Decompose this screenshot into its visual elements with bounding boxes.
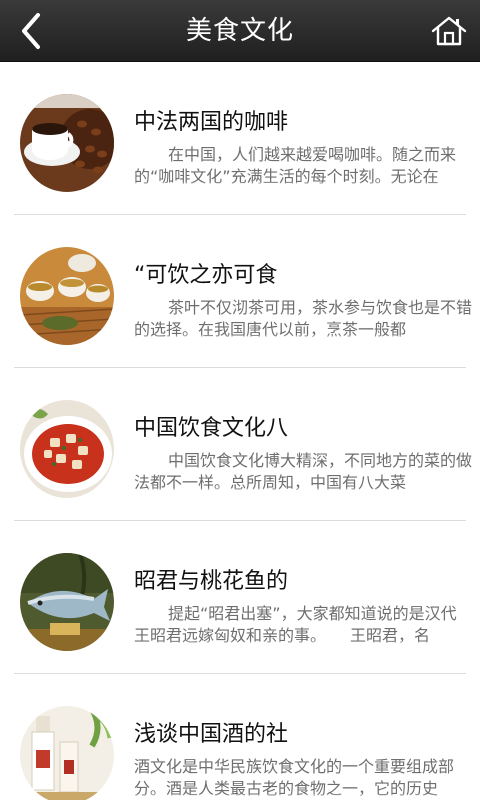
article-summary: 提起“昭君出塞”，大家都知道说的是汉代王昭君远嫁匈奴和亲的事。 王昭君，名 xyxy=(134,603,472,659)
home-button[interactable] xyxy=(426,8,472,54)
article-title: 中国饮食文化八 xyxy=(134,416,289,441)
page-title: 美食文化 xyxy=(185,16,294,46)
article-thumbnail-liquor xyxy=(20,706,114,800)
article-summary: 中国饮食文化博大精深，不同地方的菜的做法都不一样。总所周知，中国有八大菜 xyxy=(134,450,472,506)
article-thumbnail-tea xyxy=(20,247,114,345)
home-icon xyxy=(431,16,467,46)
list-item[interactable]: 中法两国的咖啡 在中国，人们越来越爱喝咖啡。随之而来的“咖啡文化”充满生活的每个… xyxy=(14,62,472,215)
article-title: 中法两国的咖啡 xyxy=(134,110,289,135)
title-bar: 美食文化 xyxy=(0,0,480,62)
article-thumbnail-mapo-tofu xyxy=(20,400,114,498)
list-item[interactable]: “可饮之亦可食 茶叶不仅沏茶可用，茶水参与饮食也是不错的选择。在我国唐代以前，烹… xyxy=(14,215,472,368)
article-title: 昭君与桃花鱼的 xyxy=(134,569,289,594)
article-thumbnail-coffee xyxy=(20,94,114,192)
list-item[interactable]: 浅谈中国酒的社 酒文化是中华民族饮食文化的一个重要组成部分。酒是人类最古老的食物… xyxy=(14,674,472,800)
list-item[interactable]: 中国饮食文化八 中国饮食文化博大精深，不同地方的菜的做法都不一样。总所周知，中国… xyxy=(14,368,472,521)
article-summary: 酒文化是中华民族饮食文化的一个重要组成部分。酒是人类最古老的食物之一，它的历史 xyxy=(134,756,472,800)
article-summary: 在中国，人们越来越爱喝咖啡。随之而来的“咖啡文化”充满生活的每个时刻。无论在 xyxy=(134,144,472,200)
article-title: “可饮之亦可食 xyxy=(134,263,278,288)
article-list[interactable]: 中法两国的咖啡 在中国，人们越来越爱喝咖啡。随之而来的“咖啡文化”充满生活的每个… xyxy=(0,62,480,800)
article-summary: 茶叶不仅沏茶可用，茶水参与饮食也是不错的选择。在我国唐代以前，烹茶一般都 xyxy=(134,297,472,353)
article-thumbnail-fish xyxy=(20,553,114,651)
article-title: 浅谈中国酒的社 xyxy=(134,722,289,747)
list-item[interactable]: 昭君与桃花鱼的 提起“昭君出塞”，大家都知道说的是汉代王昭君远嫁匈奴和亲的事。 … xyxy=(14,521,472,674)
